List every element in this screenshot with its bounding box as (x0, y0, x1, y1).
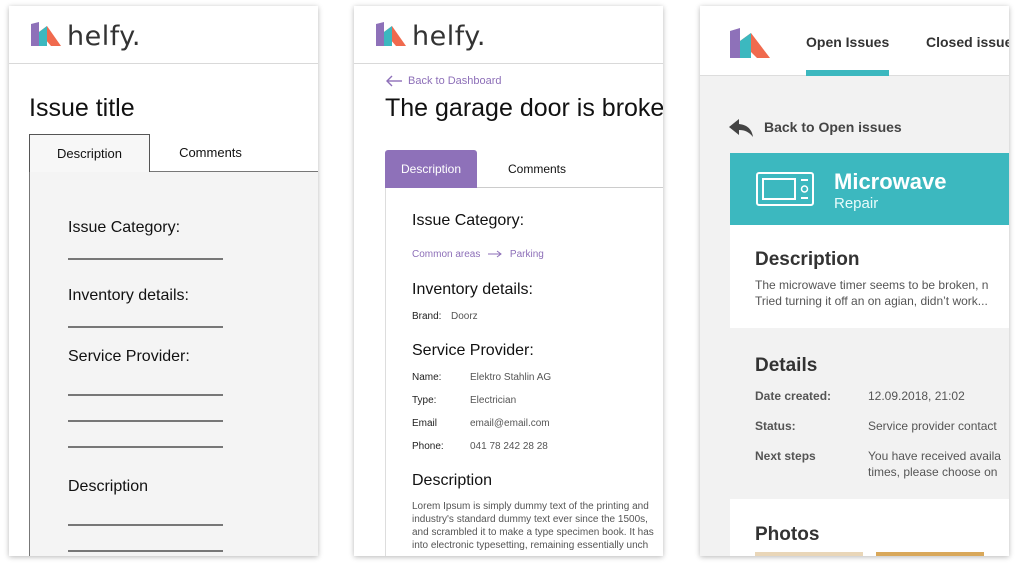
provider-type-value: Electrician (470, 395, 517, 406)
breadcrumb-from[interactable]: Common areas (412, 249, 480, 260)
photos-section: Photos (730, 499, 1009, 556)
issue-type: Repair (834, 195, 879, 212)
description-line: industry's standard dummy text ever sinc… (412, 514, 648, 525)
helfy-logo-icon (376, 22, 406, 46)
tab-description[interactable]: Description (29, 134, 150, 172)
description-heading: Description (412, 472, 493, 489)
description-label: Description (68, 478, 149, 495)
provider-name-label: Name: (412, 372, 442, 383)
placeholder-line (68, 446, 223, 448)
next-steps-line: times, please choose on (868, 465, 998, 479)
helfy-logo-icon (31, 22, 61, 46)
provider-type-label: Type: (412, 395, 437, 406)
description-line: The microwave timer seems to be broken, … (755, 278, 989, 292)
issue-title: Microwave (834, 169, 947, 194)
wireframe-screen: helfy. Issue title Description Comments … (9, 6, 318, 556)
details-section: Details Date created: 12.09.2018, 21:02 … (730, 339, 1009, 499)
next-steps-value: You have received availa times, please c… (868, 448, 1001, 480)
tab-content: Issue Category: Inventory details: Servi… (29, 172, 318, 556)
breadcrumb-to[interactable]: Parking (510, 249, 544, 260)
provider-phone-value[interactable]: 041 78 242 28 28 (470, 441, 548, 452)
active-tab-indicator (806, 70, 889, 76)
status-value: Service provider contact (868, 419, 997, 433)
app-screen: Open Issues Closed issues Back to Open i… (700, 6, 1009, 556)
arrow-right-icon (488, 250, 502, 258)
provider-phone-label: Phone: (412, 441, 444, 452)
placeholder-line (68, 326, 223, 328)
tab-bar: Description Comments (385, 150, 663, 188)
tab-comments[interactable]: Comments (495, 150, 579, 188)
tab-description[interactable]: Description (385, 150, 477, 188)
header: helfy. (354, 6, 663, 64)
header: helfy. (9, 6, 318, 64)
inventory-label: Inventory details: (68, 287, 189, 304)
photos-heading: Photos (755, 524, 820, 545)
photo-thumbnail[interactable] (755, 552, 863, 556)
app-header: Open Issues Closed issues (700, 6, 1009, 76)
back-to-dashboard-link[interactable]: Back to Dashboard (408, 75, 502, 87)
page-title: Issue title (29, 94, 135, 122)
helfy-logo-icon (730, 28, 770, 58)
microwave-icon (756, 172, 814, 206)
placeholder-line (68, 420, 223, 422)
description-line: Lorem Ipsum is simply dummy text of the … (412, 501, 649, 512)
description-line: and scrambled it to make a type specimen… (412, 527, 654, 538)
tab-bar: Description Comments (29, 134, 318, 172)
date-created-value: 12.09.2018, 21:02 (868, 389, 965, 403)
service-provider-label: Service Provider: (68, 348, 190, 365)
inventory-heading: Inventory details: (412, 281, 533, 298)
mockup-screen: helfy. Back to Dashboard The garage door… (354, 6, 663, 556)
description-text: Lorem Ipsum is simply dummy text of the … (412, 500, 663, 552)
date-created-label: Date created: (755, 389, 832, 403)
description-line: Tried turning it off an on agian, didn’t… (755, 294, 988, 308)
brand-name: helfy. (412, 21, 486, 52)
issue-card-header: Microwave Repair (730, 153, 1009, 225)
placeholder-line (68, 258, 223, 260)
next-steps-line: You have received availa (868, 449, 1001, 463)
service-provider-heading: Service Provider: (412, 342, 534, 359)
description-section: Description The microwave timer seems to… (730, 225, 1009, 328)
description-line: into electronic typesetting, remaining e… (412, 540, 649, 551)
issue-category-label: Issue Category: (68, 219, 181, 236)
tab-open-issues[interactable]: Open Issues (806, 34, 889, 50)
brand-value: Doorz (451, 311, 478, 322)
reply-arrow-icon[interactable] (728, 117, 754, 139)
back-to-open-issues-link[interactable]: Back to Open issues (764, 119, 902, 135)
description-heading: Description (755, 249, 860, 270)
status-label: Status: (755, 419, 796, 433)
brand-label: Brand: (412, 311, 442, 322)
details-heading: Details (755, 355, 818, 376)
description-text: The microwave timer seems to be broken, … (755, 277, 988, 309)
tab-closed-issues[interactable]: Closed issues (926, 34, 1009, 50)
next-steps-label: Next steps (755, 449, 816, 463)
placeholder-line (68, 524, 223, 526)
provider-email-label: Email (412, 418, 438, 429)
photo-thumbnail[interactable] (876, 552, 984, 556)
placeholder-line (68, 394, 223, 396)
arrow-left-icon[interactable] (385, 74, 403, 88)
brand-name: helfy. (67, 21, 141, 52)
issue-category-heading: Issue Category: (412, 212, 525, 229)
tab-comments[interactable]: Comments (150, 134, 271, 172)
provider-name-value: Elektro Stahlin AG (470, 372, 552, 383)
provider-email-value[interactable]: email@email.com (470, 418, 550, 429)
placeholder-line (68, 550, 223, 552)
category-breadcrumb[interactable]: Common areas Parking (412, 249, 544, 260)
page-title: The garage door is broken (385, 94, 663, 122)
